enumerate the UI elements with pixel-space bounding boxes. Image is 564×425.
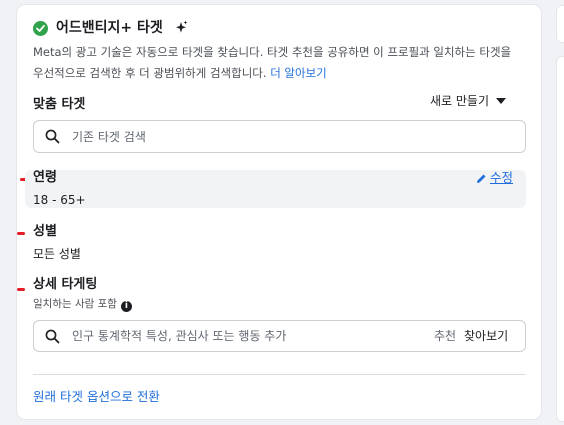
detailed-targeting-label: 상세 타게팅 bbox=[33, 277, 98, 292]
browse-button[interactable]: 찾아보기 bbox=[464, 328, 508, 344]
age-label: 연령 bbox=[33, 170, 57, 185]
learn-more-link[interactable]: 더 알아보기 bbox=[270, 66, 327, 80]
search-icon bbox=[45, 129, 60, 148]
age-edit-label: 수정 bbox=[490, 170, 514, 185]
include-label: 일치하는 사람 포함 i bbox=[33, 297, 132, 312]
detailed-targeting-placeholder: 인구 통계학적 특성, 관심사 또는 행동 추가 bbox=[72, 329, 287, 343]
switch-audience-options-link[interactable]: 원래 타겟 옵션으로 전환 bbox=[33, 389, 160, 405]
pencil-icon bbox=[477, 174, 486, 183]
info-icon[interactable]: i bbox=[120, 301, 132, 312]
suggestions-button[interactable]: 추천 bbox=[434, 328, 456, 344]
detailed-targeting-input[interactable]: 인구 통계학적 특성, 관심사 또는 행동 추가 추천 찾아보기 bbox=[33, 320, 526, 352]
include-label-text: 일치하는 사람 포함 bbox=[33, 298, 117, 310]
age-value: 18 - 65+ bbox=[33, 193, 86, 207]
check-circle-icon bbox=[33, 21, 48, 36]
annotation-marker bbox=[17, 288, 25, 291]
create-new-dropdown[interactable]: 새로 만들기 bbox=[430, 92, 507, 110]
card-title: 어드밴티지+ 타겟 bbox=[56, 20, 163, 36]
age-row bbox=[25, 170, 526, 208]
side-panel bbox=[556, 56, 564, 422]
divider bbox=[33, 374, 526, 375]
custom-audience-title: 맞춤 타겟 bbox=[33, 97, 86, 112]
gender-value: 모든 성별 bbox=[33, 247, 81, 261]
sparkle-icon bbox=[174, 19, 188, 35]
age-edit-link[interactable]: 수정 bbox=[476, 170, 513, 186]
create-new-label: 새로 만들기 bbox=[430, 94, 490, 108]
audience-search-placeholder: 기존 타겟 검색 bbox=[72, 130, 146, 144]
search-icon bbox=[45, 329, 60, 348]
audience-search-input[interactable]: 기존 타겟 검색 bbox=[33, 120, 526, 153]
gender-label: 성별 bbox=[33, 224, 57, 239]
caret-down-icon bbox=[496, 98, 507, 104]
annotation-marker bbox=[17, 232, 25, 235]
side-panel-top bbox=[556, 5, 564, 43]
description: Meta의 광고 기술은 자동으로 타겟을 찾습니다. 타겟 추천을 공유하면 … bbox=[33, 42, 523, 84]
